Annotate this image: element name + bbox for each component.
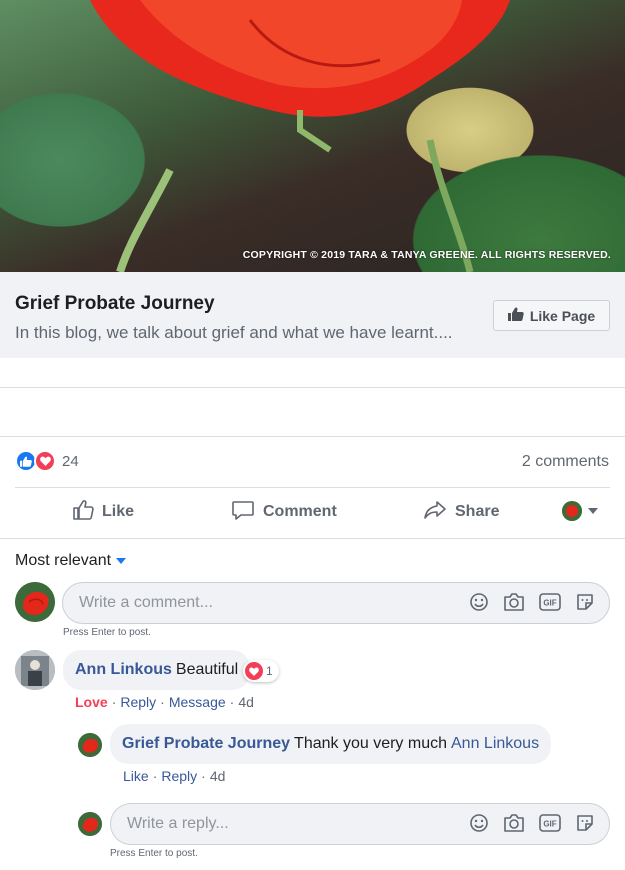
like-page-label: Like Page xyxy=(529,307,596,324)
page-avatar[interactable] xyxy=(15,582,55,622)
link-title[interactable]: Grief Probate Journey xyxy=(15,293,215,315)
message-link[interactable]: Message xyxy=(169,694,226,710)
reply-timestamp[interactable]: 4d xyxy=(210,768,226,784)
reply-actions: Like · Reply · 4d xyxy=(123,768,226,784)
comment-text: Beautiful xyxy=(175,661,239,678)
comment-reaction-badge[interactable]: 1 xyxy=(243,660,279,682)
comments-count-link[interactable]: 2 comments xyxy=(522,453,609,471)
comment-actions: Love · Reply · Message · 4d xyxy=(75,694,254,710)
reply-link[interactable]: Reply xyxy=(120,694,156,710)
like-label: Like xyxy=(102,503,135,520)
like-page-button[interactable]: Like Page xyxy=(493,300,610,331)
gif-icon[interactable]: GIF xyxy=(539,593,561,616)
reply-input[interactable]: Write a reply... GIF xyxy=(110,803,610,845)
share-label: Share xyxy=(455,503,500,520)
reaction-as-page-selector[interactable] xyxy=(562,501,598,521)
reply-bubble: Grief Probate Journey Thank you very muc… xyxy=(110,724,552,764)
copyright-caption: COPYRIGHT © 2019 TARA & TANYA GREENE. AL… xyxy=(242,249,611,261)
chevron-down-icon xyxy=(116,558,127,564)
post-image[interactable]: COPYRIGHT © 2019 TARA & TANYA GREENE. AL… xyxy=(0,0,625,272)
divider xyxy=(0,387,625,388)
reply-author[interactable]: Grief Probate Journey xyxy=(122,735,290,753)
link-description: In this blog, we talk about grief and wh… xyxy=(15,323,453,342)
share-icon xyxy=(423,499,447,526)
gif-icon[interactable]: GIF xyxy=(539,814,561,837)
like-button[interactable]: Like xyxy=(72,498,134,526)
sort-label: Most relevant xyxy=(15,552,112,569)
love-reaction-link[interactable]: Love xyxy=(75,694,108,710)
comment-icon xyxy=(231,498,255,527)
reaction-count: 24 xyxy=(62,452,79,470)
reaction-summary[interactable]: 24 xyxy=(15,450,79,472)
share-button[interactable]: Share xyxy=(423,498,499,526)
thumbs-up-icon xyxy=(72,499,94,526)
link-preview-card[interactable]: Grief Probate Journey In this blog, we t… xyxy=(0,272,625,358)
sticker-icon[interactable] xyxy=(575,592,595,617)
heart-icon xyxy=(245,662,263,680)
reply-mention[interactable]: Ann Linkous xyxy=(451,735,539,753)
reply-post-hint: Press Enter to post. xyxy=(110,848,198,859)
comment-reaction-count: 1 xyxy=(266,664,273,678)
commenter-avatar[interactable] xyxy=(15,650,55,690)
comment-placeholder: Write a comment... xyxy=(79,594,213,611)
svg-text:GIF: GIF xyxy=(543,599,556,608)
emoji-icon[interactable] xyxy=(469,592,489,617)
sticker-icon[interactable] xyxy=(575,813,595,838)
page-avatar[interactable] xyxy=(78,733,102,757)
divider xyxy=(0,538,625,539)
nasturtium-photo xyxy=(90,0,510,272)
comment-author[interactable]: Ann Linkous xyxy=(75,661,172,679)
comment-timestamp[interactable]: 4d xyxy=(238,694,254,710)
comment-bubble: Ann Linkous Beautiful xyxy=(63,650,251,690)
camera-icon[interactable] xyxy=(503,592,525,617)
chevron-down-icon xyxy=(588,508,598,514)
divider xyxy=(15,487,610,488)
reply-like-link[interactable]: Like xyxy=(123,768,149,784)
comment-button[interactable]: Comment xyxy=(231,498,337,526)
emoji-icon[interactable] xyxy=(469,813,489,838)
svg-text:GIF: GIF xyxy=(543,820,556,829)
page-avatar xyxy=(562,501,582,521)
page-avatar[interactable] xyxy=(78,812,102,836)
comment-label: Comment xyxy=(263,503,337,520)
thumbs-up-icon xyxy=(507,307,524,324)
reply-reply-link[interactable]: Reply xyxy=(161,768,197,784)
reply-placeholder: Write a reply... xyxy=(127,815,229,832)
divider xyxy=(0,436,625,437)
reply-text: Thank you very much xyxy=(294,735,447,752)
comment-sort-dropdown[interactable]: Most relevant xyxy=(15,552,127,570)
post-hint: Press Enter to post. xyxy=(63,627,151,638)
camera-icon[interactable] xyxy=(503,813,525,838)
love-reaction-icon xyxy=(34,450,56,472)
comment-input[interactable]: Write a comment... GIF xyxy=(62,582,610,624)
